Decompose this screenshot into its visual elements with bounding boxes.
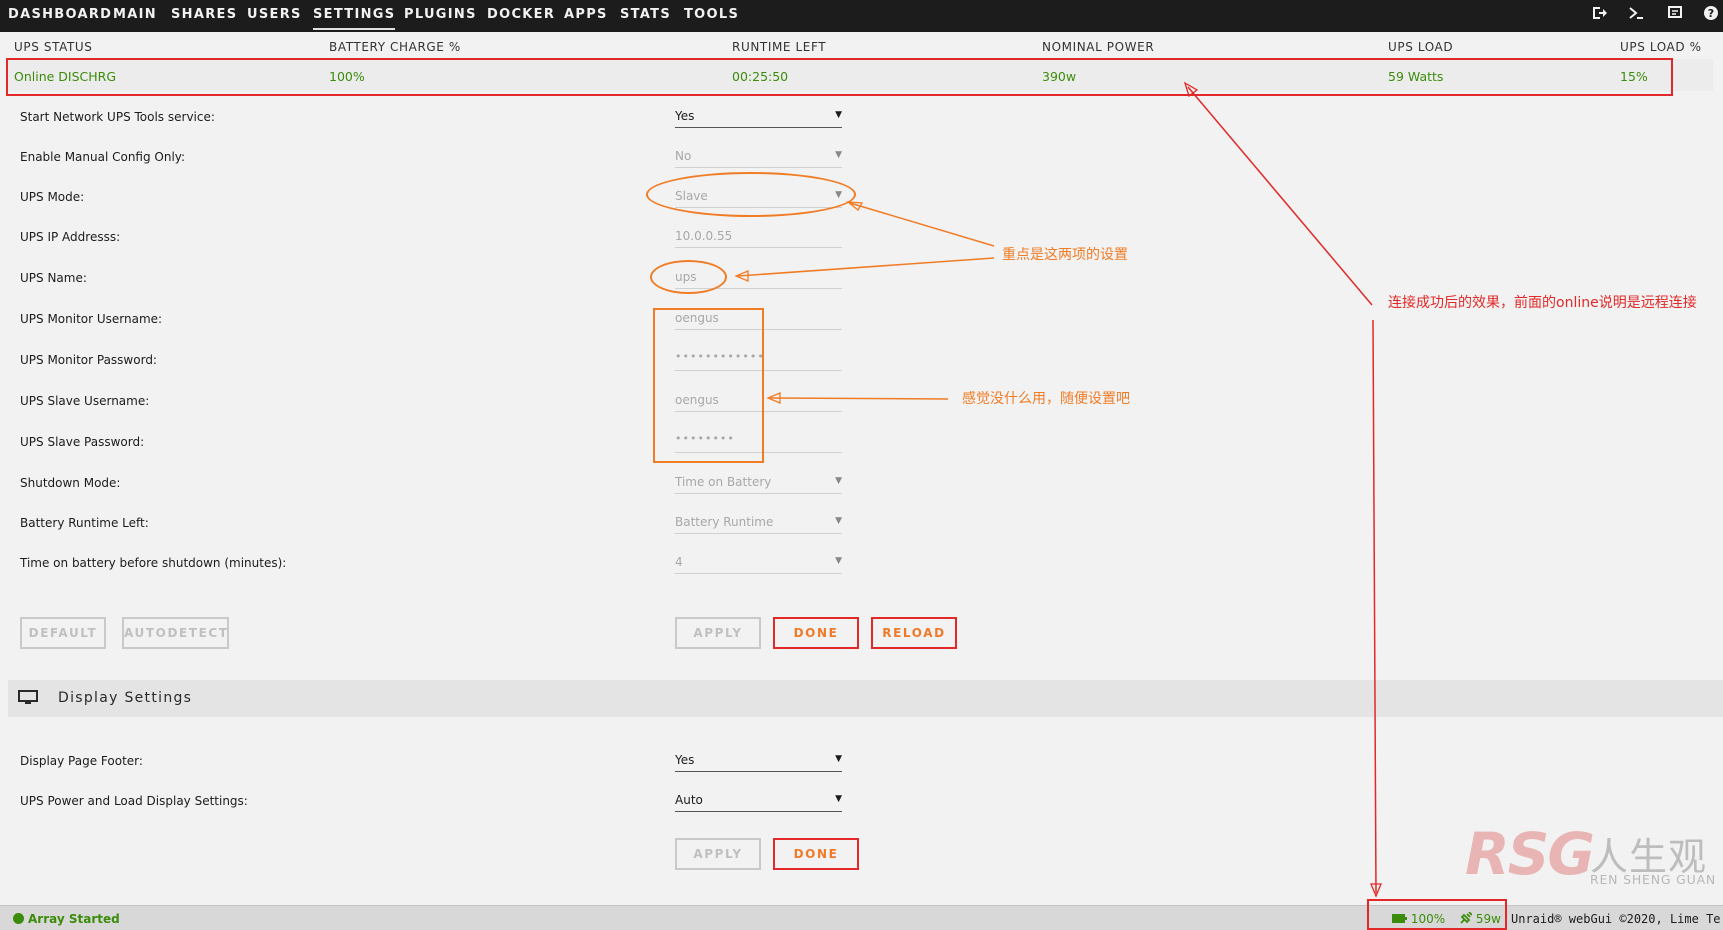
annotation-connected: 连接成功后的效果，前面的online说明是远程连接 bbox=[1388, 295, 1697, 311]
watermark-logo: RSG 人生观 REN SHENG GUAN bbox=[1465, 820, 1720, 890]
annotation-useless: 感觉没什么用，随便设置吧 bbox=[962, 391, 1130, 407]
annotation-key-settings: 重点是这两项的设置 bbox=[1002, 247, 1128, 263]
annotation-arrows bbox=[734, 81, 1382, 898]
watermark-rsg: RSG bbox=[1465, 820, 1595, 888]
watermark-en: REN SHENG GUAN bbox=[1590, 872, 1717, 887]
